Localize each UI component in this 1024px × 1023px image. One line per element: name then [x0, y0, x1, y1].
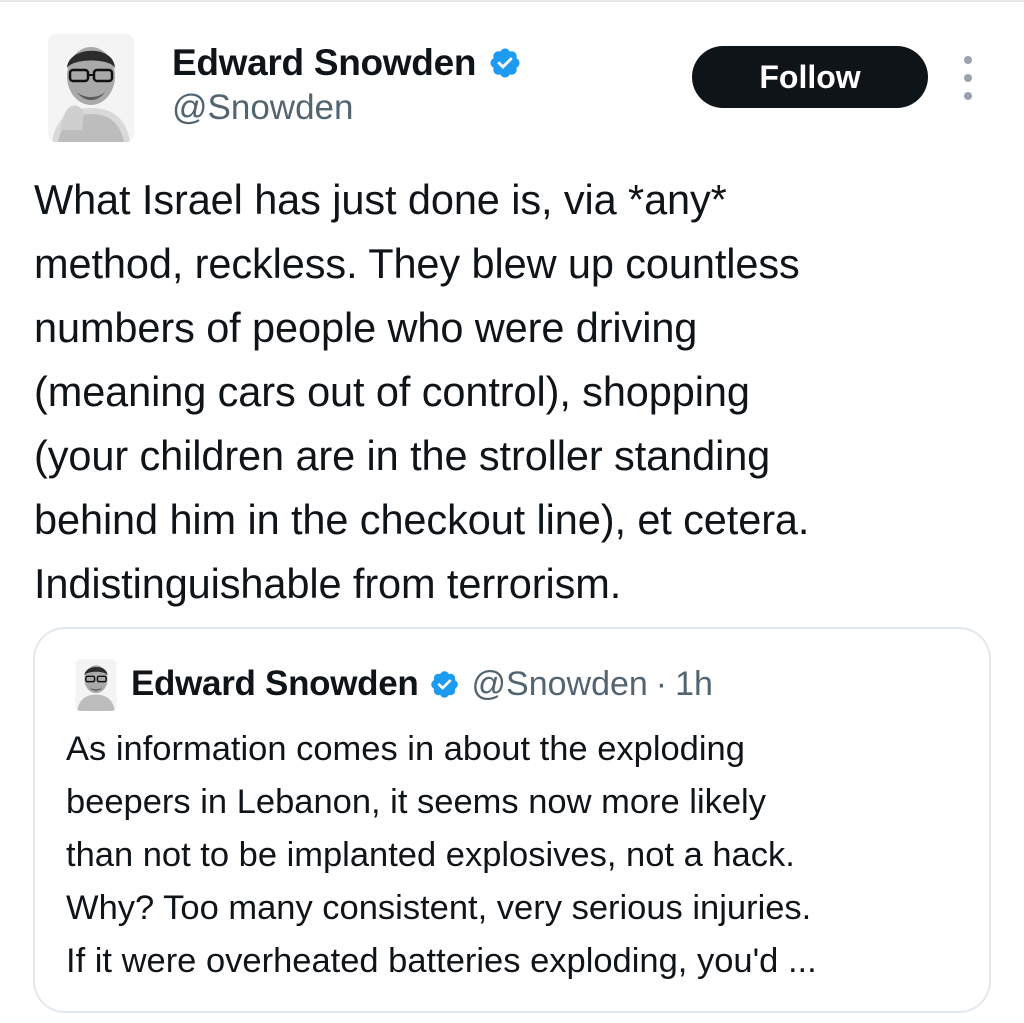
author-display-name[interactable]: Edward Snowden: [172, 42, 476, 84]
quoted-tweet-text: As information comes in about the explod…: [66, 730, 817, 980]
quoted-tweet-timestamp: 1h: [675, 664, 713, 703]
top-divider: [0, 0, 1024, 2]
author-avatar[interactable]: [48, 34, 134, 142]
quoted-tweet-header: Edward Snowden @Snowden · 1h: [131, 659, 713, 709]
more-dot: [964, 92, 972, 100]
author-name-row: Edward Snowden: [172, 40, 522, 86]
person-portrait-icon: [48, 34, 134, 142]
quoted-tweet-card[interactable]: Edward Snowden @Snowden · 1h As informat…: [33, 627, 991, 1013]
tweet-text: What Israel has just done is, via *any* …: [34, 176, 810, 607]
more-dot: [964, 74, 972, 82]
quoted-author-avatar: [75, 659, 117, 711]
author-handle[interactable]: @Snowden: [172, 88, 353, 128]
quoted-author-name: Edward Snowden: [131, 664, 419, 703]
more-dot: [964, 56, 972, 64]
verified-badge-icon: [490, 48, 520, 78]
dot-separator: ·: [655, 664, 668, 703]
verified-badge-icon: [430, 670, 458, 698]
follow-button[interactable]: Follow: [692, 46, 928, 108]
more-options-icon[interactable]: [956, 56, 980, 100]
quoted-author-handle: @Snowden: [471, 664, 648, 703]
person-portrait-icon: [75, 659, 117, 711]
